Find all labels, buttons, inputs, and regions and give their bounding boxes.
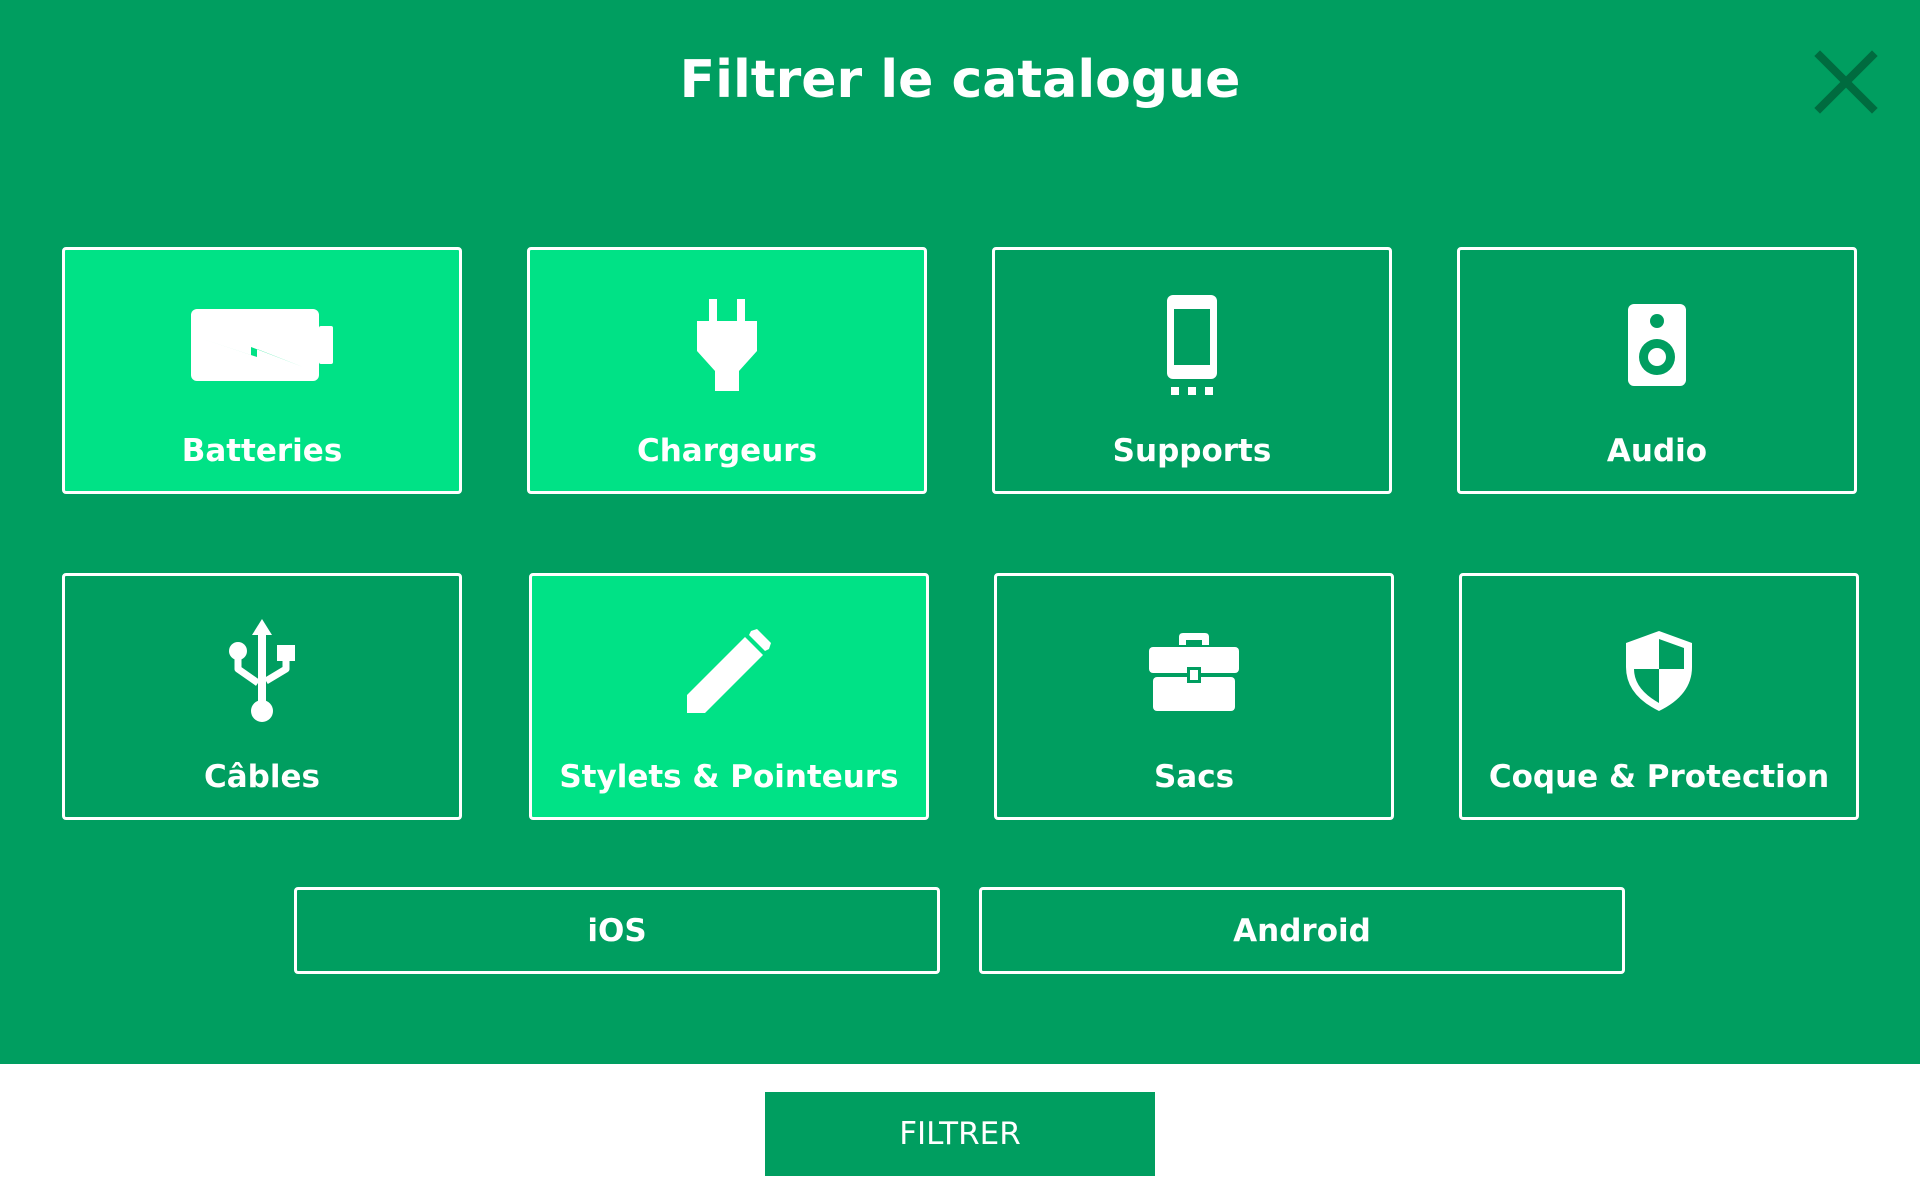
- close-icon: [1814, 50, 1878, 114]
- plug-icon: [697, 299, 757, 391]
- category-label: Stylets & Pointeurs: [559, 759, 899, 795]
- platform-button-ios[interactable]: iOS: [294, 887, 940, 974]
- shield-icon: [1626, 631, 1692, 711]
- category-tile-coque[interactable]: Coque & Protection: [1459, 573, 1859, 820]
- category-label: Câbles: [204, 759, 320, 795]
- category-label: Batteries: [181, 433, 343, 469]
- close-button[interactable]: [1808, 44, 1884, 120]
- category-label: Coque & Protection: [1488, 759, 1830, 795]
- phone-dock-icon: [1167, 295, 1217, 395]
- category-tile-batteries[interactable]: Batteries: [62, 247, 462, 494]
- category-tile-sacs[interactable]: Sacs: [994, 573, 1394, 820]
- category-label: Chargeurs: [636, 433, 818, 469]
- category-label: Supports: [1112, 433, 1272, 469]
- battery-icon: [191, 309, 333, 381]
- category-tile-cables[interactable]: Câbles: [62, 573, 462, 820]
- speaker-icon: [1628, 304, 1686, 386]
- category-tile-audio[interactable]: Audio: [1457, 247, 1857, 494]
- platform-button-android[interactable]: Android: [979, 887, 1625, 974]
- filter-panel: Filtrer le catalogue Batteries Chargeurs: [0, 0, 1920, 1064]
- category-label: Sacs: [1153, 759, 1235, 795]
- filter-button[interactable]: FILTRER: [765, 1092, 1155, 1176]
- briefcase-icon: [1149, 633, 1239, 711]
- usb-icon: [229, 619, 295, 722]
- category-label: Audio: [1606, 433, 1708, 469]
- category-tile-supports[interactable]: Supports: [992, 247, 1392, 494]
- pencil-icon: [687, 629, 771, 713]
- category-tile-chargeurs[interactable]: Chargeurs: [527, 247, 927, 494]
- category-tile-stylets[interactable]: Stylets & Pointeurs: [529, 573, 929, 820]
- page-title: Filtrer le catalogue: [679, 50, 1241, 110]
